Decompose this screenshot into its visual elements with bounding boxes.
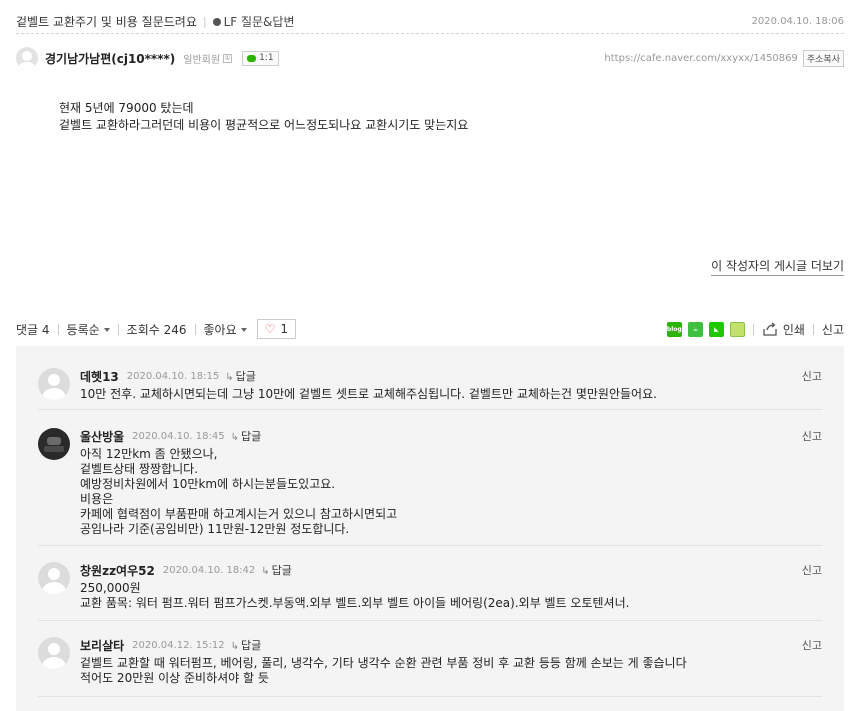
- author-avatar[interactable]: [16, 47, 38, 69]
- comment-date: 2020.04.10. 18:45: [132, 430, 225, 442]
- divider: [812, 323, 814, 335]
- comment-report-button[interactable]: 신고: [802, 637, 822, 653]
- chat-label: 1:1: [259, 53, 274, 63]
- reply-arrow-icon: ↳: [230, 432, 239, 443]
- comment-text: 10만 전후. 교체하시면되는데 그냥 10만에 겉벨트 셋트로 교체해주심됩니…: [80, 387, 657, 401]
- caret-down-icon: [103, 328, 110, 332]
- post-url: https://cafe.naver.com/xxyxx/1450869: [604, 52, 798, 64]
- reply-button[interactable]: ↳ 답글: [231, 428, 262, 444]
- comment-text: 250,000원 교환 품목: 워터 펌프.워터 펌프가스켓.부동액.외부 벨트…: [80, 581, 630, 610]
- post-body: 현재 5년에 79000 탔는데 겉벨트 교환하라그러던데 비용이 평균적으로 …: [59, 100, 468, 134]
- like-dropdown[interactable]: 좋아요: [204, 321, 247, 338]
- more-posts-link[interactable]: 이 작성자의 게시글 더보기: [711, 257, 844, 276]
- commenter-avatar[interactable]: [38, 562, 70, 594]
- board-link[interactable]: LF 질문&답변: [212, 13, 295, 30]
- divider: [752, 323, 754, 335]
- view-count: 조회수 246: [126, 322, 187, 337]
- comment-header: 창원zz여우52 2020.04.10. 18:42 ↳ 답글: [80, 562, 292, 578]
- print-button[interactable]: 인쇄: [783, 321, 805, 338]
- comment-report-button[interactable]: 신고: [802, 562, 822, 578]
- post-date: 2020.04.10. 18:06: [751, 16, 844, 27]
- post-body-line: 겉벨트 교환하라그러던데 비용이 평균적으로 어느정도되나요 교환시기도 맞는지…: [59, 118, 469, 132]
- divider: [117, 323, 119, 335]
- member-grade: 일반회원: [183, 54, 221, 66]
- title-divider: |: [202, 15, 207, 28]
- reply-label: 답글: [235, 370, 256, 383]
- memo-share-icon[interactable]: [729, 321, 745, 337]
- sort-label: 등록순: [66, 322, 100, 337]
- author-row: 경기남가남편(cj10****) 일반회원 ① 1:1 https://cafe…: [16, 44, 844, 72]
- post-header: 겉벨트 교환주기 및 비용 질문드려요 | LF 질문&답변 2020.04.1…: [16, 10, 844, 34]
- chat-button[interactable]: 1:1: [242, 50, 279, 66]
- comment-header: 보리살타 2020.04.12. 15:12 ↳ 답글: [80, 637, 261, 653]
- divider: [194, 323, 196, 335]
- caret-down-icon: [240, 328, 247, 332]
- reply-button[interactable]: ↳ 답글: [261, 562, 292, 578]
- reply-label: 답글: [241, 639, 262, 652]
- divider: [57, 323, 59, 335]
- commenter-name[interactable]: 데헷13: [80, 368, 119, 385]
- comment-header: 울산방울 2020.04.10. 18:45 ↳ 답글: [80, 428, 261, 444]
- comment-item: 보리살타 2020.04.12. 15:12 ↳ 답글 신고 겉벨트 교환할 때 …: [38, 637, 822, 697]
- cafe-share-icon[interactable]: ☕: [687, 321, 703, 337]
- reply-label: 답글: [241, 430, 262, 443]
- copy-address-button[interactable]: 주소복사: [802, 49, 844, 67]
- sort-dropdown[interactable]: 등록순: [67, 321, 110, 338]
- chat-bubble-icon: [247, 54, 257, 62]
- commenter-avatar[interactable]: [38, 368, 70, 400]
- comment-count[interactable]: 댓글 4: [16, 321, 50, 338]
- comment-item: 창원zz여우52 2020.04.10. 18:42 ↳ 답글 신고 250,00…: [38, 562, 822, 621]
- board-dot-icon: [212, 17, 221, 26]
- report-post-button[interactable]: 신고: [822, 321, 844, 338]
- comment-list: 데헷13 2020.04.10. 18:15 ↳ 답글 신고 10만 전후. 교체…: [16, 346, 844, 711]
- commenter-avatar[interactable]: [38, 428, 70, 460]
- reply-arrow-icon: ↳: [230, 641, 239, 652]
- reply-arrow-icon: ↳: [225, 372, 234, 383]
- reply-button[interactable]: ↳ 답글: [231, 637, 262, 653]
- comment-date: 2020.04.10. 18:15: [126, 370, 220, 382]
- commenter-name[interactable]: 창원zz여우52: [80, 562, 155, 579]
- comment-header: 데헷13 2020.04.10. 18:15 ↳ 답글: [80, 368, 256, 384]
- commenter-name[interactable]: 울산방울: [80, 428, 124, 445]
- board-name: LF 질문&답변: [223, 15, 295, 29]
- comment-item: 울산방울 2020.04.10. 18:45 ↳ 답글 신고 아직 12만km 좀…: [38, 428, 822, 546]
- share-group: blog ☕ ◣ 인쇄 신고: [661, 321, 844, 338]
- author-name[interactable]: 경기남가남편(cj10****): [45, 50, 175, 67]
- grade-icon: ①: [223, 53, 233, 63]
- keep-share-icon[interactable]: ◣: [708, 321, 724, 337]
- stats-bar: 댓글 4 등록순 조회수 246 좋아요 ♡ 1 blog ☕ ◣ 인쇄 신고: [16, 318, 844, 340]
- like-label: 좋아요: [203, 322, 237, 337]
- heart-icon: ♡: [264, 322, 276, 336]
- comment-text: 겉벨트 교환할 때 워터펌프, 베어링, 풀리, 냉각수, 기타 냉각수 순환 …: [80, 656, 687, 685]
- reply-button[interactable]: ↳ 답글: [225, 368, 256, 384]
- share-upload-icon[interactable]: [762, 322, 778, 336]
- commenter-avatar[interactable]: [38, 637, 70, 669]
- post-body-line: 현재 5년에 79000 탔는데: [59, 101, 194, 115]
- comment-date: 2020.04.10. 18:42: [162, 564, 256, 576]
- reply-label: 답글: [271, 564, 292, 577]
- comment-text: 아직 12만km 좀 안됐으나, 겉벨트상태 짱짱합니다. 예방정비차원에서 1…: [80, 447, 398, 536]
- like-button[interactable]: ♡ 1: [256, 319, 297, 339]
- reply-arrow-icon: ↳: [261, 566, 270, 577]
- like-count: 1: [280, 322, 289, 336]
- blog-share-icon[interactable]: blog: [666, 321, 682, 337]
- commenter-name[interactable]: 보리살타: [80, 637, 124, 654]
- comment-report-button[interactable]: 신고: [802, 428, 822, 444]
- post-title: 겉벨트 교환주기 및 비용 질문드려요: [16, 15, 197, 29]
- comment-item: 데헷13 2020.04.10. 18:15 ↳ 답글 신고 10만 전후. 교체…: [38, 368, 822, 410]
- comment-report-button[interactable]: 신고: [802, 368, 822, 384]
- comment-date: 2020.04.12. 15:12: [132, 639, 225, 651]
